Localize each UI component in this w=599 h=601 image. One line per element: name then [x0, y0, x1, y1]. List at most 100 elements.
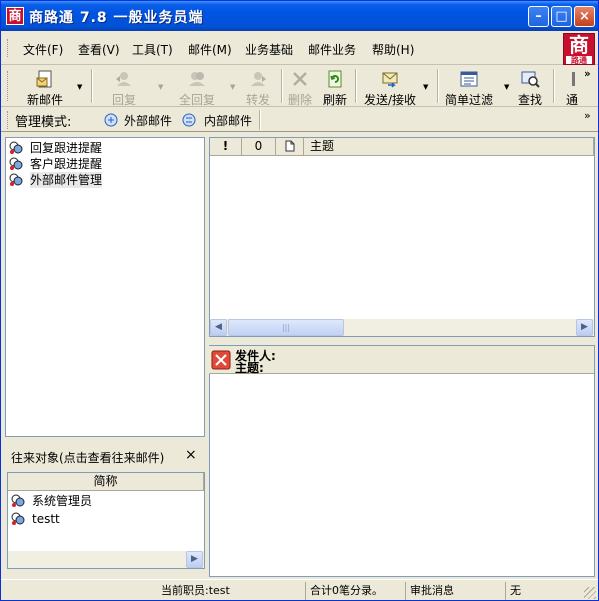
modebar-overflow-chevron[interactable]: »: [584, 109, 591, 122]
modebar-separator: [259, 110, 261, 130]
forward-label: 转发: [245, 93, 270, 107]
more-label: 通: [565, 93, 578, 107]
toolbar: 新邮件 ▼ 回复 ▼ 全回复 ▼ 转发 删除 刷新 发送/接收 ▼ 简单过滤 ▼…: [1, 65, 598, 107]
toolbar-separator: [281, 69, 283, 103]
status-bar: 当前职员:test 合计0笔分录。 审批消息 无: [1, 579, 598, 600]
preview-pane: [209, 345, 595, 577]
more-button[interactable]: 通: [563, 67, 581, 107]
toolbar-grip[interactable]: [7, 71, 10, 101]
people-icon: [11, 512, 25, 525]
toolbar-separator: [553, 69, 555, 103]
reply-button[interactable]: 回复: [107, 67, 141, 107]
scroll-right-button[interactable]: ▶: [186, 551, 203, 568]
new-mail-button[interactable]: 新邮件: [23, 67, 67, 107]
contacts-close-button[interactable]: ×: [185, 447, 197, 463]
reply-label: 回复: [111, 93, 136, 107]
menu-business-basics[interactable]: 业务基础: [245, 41, 293, 58]
delete-button[interactable]: 删除: [285, 67, 315, 107]
brand-logo-sub: 路通: [566, 56, 592, 64]
col-subject[interactable]: 主题: [304, 138, 594, 156]
mail-list-hscrollbar[interactable]: ◀ ||| ▶: [210, 319, 594, 336]
menu-overflow-chevron[interactable]: »: [584, 67, 591, 80]
internal-mail-icon: [182, 113, 196, 127]
delete-label: 删除: [287, 93, 312, 107]
menu-tools[interactable]: 工具(T): [132, 41, 173, 58]
nav-tree: 回复跟进提醒 客户跟进提醒 外部邮件管理: [5, 137, 205, 437]
find-label: 查找: [517, 93, 542, 107]
people-icon: [9, 141, 23, 154]
new-mail-icon: [36, 70, 52, 88]
menu-mail-business[interactable]: 邮件业务: [308, 41, 356, 58]
reply-all-dropdown-arrow[interactable]: ▼: [230, 83, 235, 91]
toolbar-separator: [437, 69, 439, 103]
modebar-grip[interactable]: [7, 111, 10, 129]
brand-logo: 商 路通: [563, 33, 595, 65]
window-title: 商路通 7.8 一般业务员端: [29, 10, 204, 26]
mode-external-mail[interactable]: 外部邮件: [124, 112, 172, 129]
menu-grip[interactable]: [7, 39, 10, 57]
main-window: 商 商路通 7.8 一般业务员端 – □ × 文件(F) 查看(V) 工具(T)…: [0, 0, 599, 601]
close-button[interactable]: ×: [574, 6, 595, 27]
scroll-right-button[interactable]: ▶: [576, 319, 593, 336]
tree-item-label: 回复跟进提醒: [30, 141, 103, 155]
list-filter-dropdown-arrow[interactable]: ▼: [504, 83, 509, 91]
close-preview-icon[interactable]: [211, 350, 231, 370]
refresh-icon: [328, 70, 342, 88]
find-button[interactable]: 查找: [515, 67, 545, 107]
send-receive-icon: [382, 72, 398, 88]
contact-name: 系统管理员: [32, 494, 93, 508]
new-mail-dropdown-arrow[interactable]: ▼: [77, 83, 82, 91]
send-receive-dropdown-arrow[interactable]: ▼: [423, 83, 428, 91]
col-priority[interactable]: !: [210, 138, 242, 156]
col-attachment[interactable]: 0: [242, 138, 276, 156]
col-short-name[interactable]: 简称: [8, 473, 204, 491]
contacts-header: 往来对象(点击查看往来邮件) ×: [7, 445, 205, 469]
subject-label: 主题:: [235, 361, 264, 375]
status-total: 合计0笔分录。: [305, 582, 405, 600]
send-receive-button[interactable]: 发送/接收: [361, 67, 419, 107]
scroll-left-button[interactable]: ◀: [210, 319, 227, 336]
toolbar-separator: [355, 69, 357, 103]
menu-bar: 文件(F) 查看(V) 工具(T) 邮件(M) 业务基础 邮件业务 帮助(H): [1, 31, 598, 65]
col-type[interactable]: [276, 138, 304, 156]
list-filter-button[interactable]: 简单过滤: [443, 67, 495, 107]
status-current-user: 当前职员:test: [161, 584, 230, 597]
refresh-label: 刷新: [322, 93, 347, 107]
refresh-button[interactable]: 刷新: [320, 67, 350, 107]
reply-all-label: 全回复: [178, 93, 215, 107]
reply-all-icon: [189, 72, 205, 86]
maximize-button[interactable]: □: [551, 6, 572, 27]
tree-item-label: 外部邮件管理: [30, 172, 103, 188]
status-approval[interactable]: 审批消息: [405, 582, 505, 600]
scroll-thumb[interactable]: |||: [228, 319, 344, 336]
mail-list: ! 0 主题 ◀ ||| ▶: [209, 137, 595, 337]
contacts-list: 简称 系统管理员 testt ▶: [7, 472, 205, 569]
tree-item-label: 客户跟进提醒: [30, 157, 103, 171]
menu-mail[interactable]: 邮件(M): [188, 41, 232, 58]
menu-view[interactable]: 查看(V): [78, 41, 120, 58]
app-icon[interactable]: 商: [6, 7, 24, 25]
resize-grip[interactable]: [584, 587, 596, 599]
contacts-hscrollbar[interactable]: ▶: [8, 551, 204, 568]
people-icon: [11, 494, 25, 507]
title-bar[interactable]: 商 商路通 7.8 一般业务员端 – □ ×: [1, 1, 598, 31]
mode-internal-mail[interactable]: 内部邮件: [204, 112, 252, 129]
new-mail-label: 新邮件: [26, 93, 63, 107]
status-none: 无: [505, 582, 583, 600]
people-icon: [9, 157, 23, 170]
menu-file[interactable]: 文件(F): [23, 41, 63, 58]
reply-dropdown-arrow[interactable]: ▼: [158, 83, 163, 91]
menu-help[interactable]: 帮助(H): [372, 41, 414, 58]
more-icon: [572, 72, 575, 86]
preview-header: 发件人: 主题:: [209, 346, 594, 375]
minimize-button[interactable]: –: [528, 6, 549, 27]
toolbar-separator: [91, 69, 93, 103]
reply-all-button[interactable]: 全回复: [175, 67, 219, 107]
contacts-title: 往来对象(点击查看往来邮件): [11, 451, 165, 465]
forward-button[interactable]: 转发: [241, 67, 275, 107]
mode-bar: 管理模式: 外部邮件 内部邮件 »: [1, 108, 598, 132]
delete-icon: [293, 72, 307, 86]
send-receive-label: 发送/接收: [363, 93, 417, 107]
brand-logo-glyph: 商: [569, 33, 589, 57]
people-icon: [9, 173, 23, 186]
